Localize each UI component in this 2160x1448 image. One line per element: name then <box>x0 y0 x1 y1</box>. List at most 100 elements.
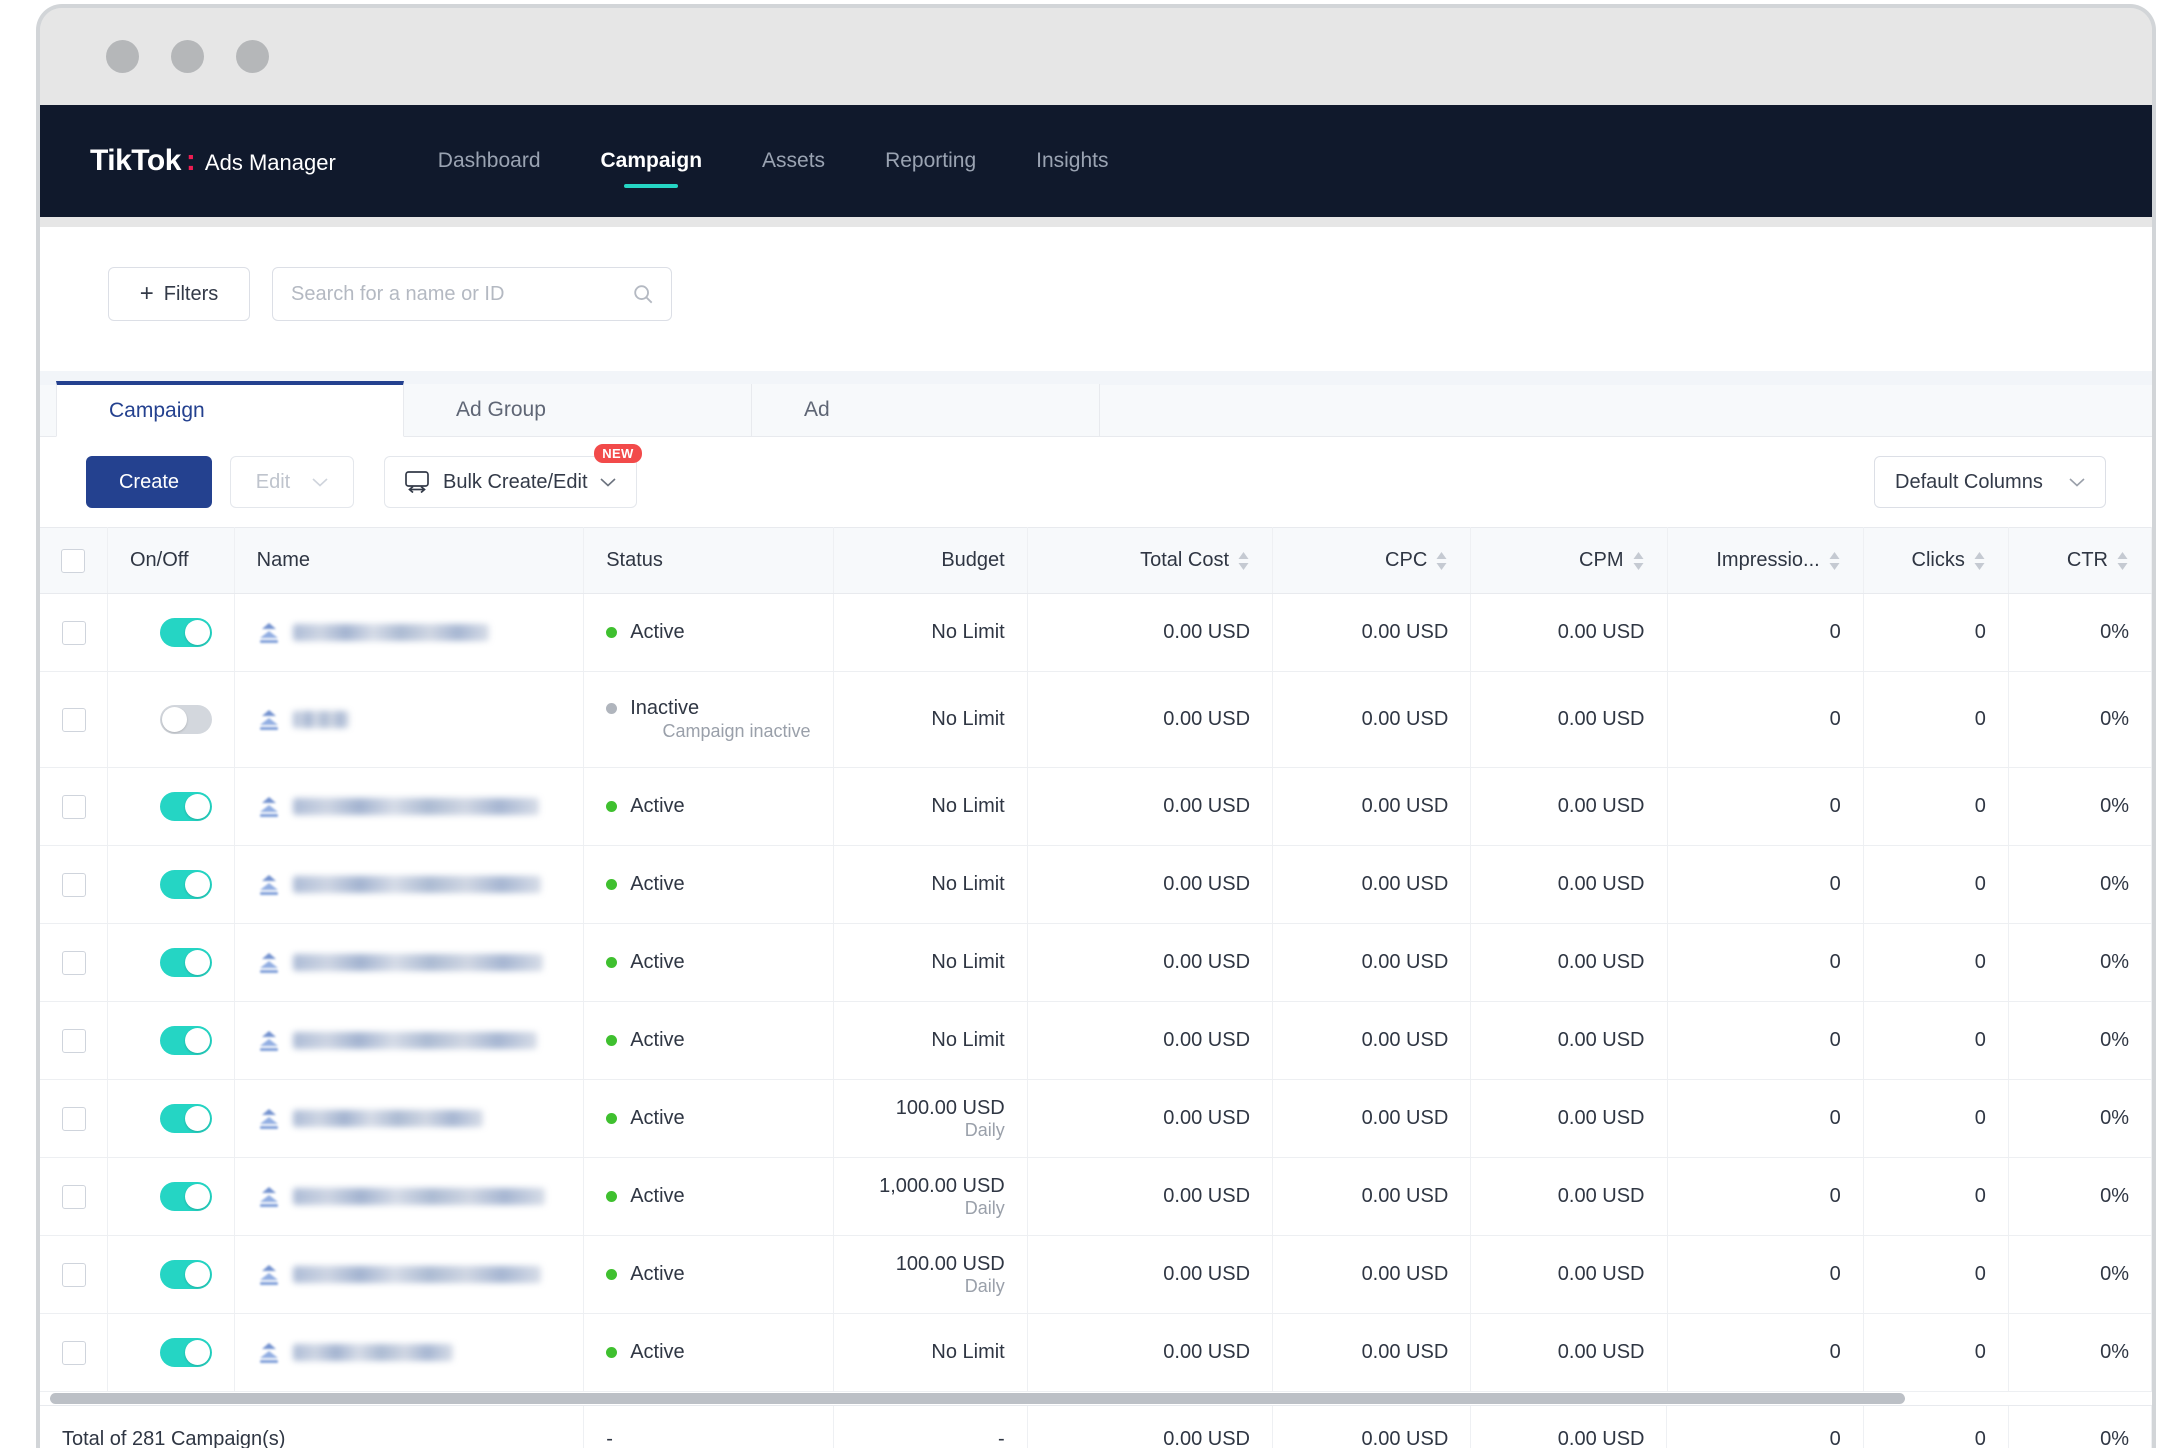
row-select-cell <box>40 846 107 924</box>
sort-icon[interactable] <box>2116 551 2129 571</box>
tab-campaign[interactable]: Campaign <box>56 381 404 437</box>
onoff-toggle[interactable] <box>160 1260 212 1289</box>
nav-item-dashboard[interactable]: Dashboard <box>408 128 571 194</box>
onoff-toggle[interactable] <box>160 1338 212 1367</box>
tab-ad[interactable]: Ad <box>752 384 1100 436</box>
nav-item-reporting[interactable]: Reporting <box>855 128 1006 194</box>
table-row[interactable]: ActiveNo Limit0.00 USD0.00 USD0.00 USD00… <box>40 924 2152 1002</box>
table-row[interactable]: Active1,000.00 USDDaily0.00 USD0.00 USD0… <box>40 1158 2152 1236</box>
row-checkbox[interactable] <box>62 1185 86 1209</box>
create-button[interactable]: Create <box>86 456 212 508</box>
close-window-button[interactable] <box>106 40 139 73</box>
row-name-cell[interactable] <box>234 594 584 672</box>
table-row[interactable]: ActiveNo Limit0.00 USD0.00 USD0.00 USD00… <box>40 594 2152 672</box>
row-name-cell[interactable] <box>234 1002 584 1080</box>
onoff-toggle[interactable] <box>160 618 212 647</box>
column-label: Impressio... <box>1716 549 1819 572</box>
row-name-cell[interactable] <box>234 924 584 1002</box>
tab-ad-group[interactable]: Ad Group <box>404 384 752 436</box>
row-checkbox[interactable] <box>62 951 86 975</box>
table-row[interactable]: ActiveNo Limit0.00 USD0.00 USD0.00 USD00… <box>40 1002 2152 1080</box>
sort-icon[interactable] <box>1435 551 1448 571</box>
toggle-knob <box>185 872 210 897</box>
tiktok-ads-manager-logo[interactable]: TikTok: Ads Manager <box>90 144 336 178</box>
status-label: Active <box>630 1029 684 1052</box>
nav-item-assets[interactable]: Assets <box>732 128 855 194</box>
sort-icon[interactable] <box>1973 551 1986 571</box>
row-checkbox[interactable] <box>62 1029 86 1053</box>
row-select-cell <box>40 924 107 1002</box>
row-budget-cell: 100.00 USDDaily <box>833 1080 1027 1158</box>
column-header-total-cost[interactable]: Total Cost <box>1027 528 1272 594</box>
row-checkbox[interactable] <box>62 873 86 897</box>
select-all-checkbox[interactable] <box>61 549 85 573</box>
filters-button[interactable]: + Filters <box>108 267 250 321</box>
onoff-toggle[interactable] <box>160 792 212 821</box>
row-clicks-cell: 0 <box>1863 1236 2008 1314</box>
main-nav-items: Dashboard Campaign Assets Reporting Insi… <box>408 128 1139 194</box>
chevron-down-icon <box>2069 477 2085 487</box>
sort-icon[interactable] <box>1237 551 1250 571</box>
table-row[interactable]: InactiveCampaign inactiveNo Limit0.00 US… <box>40 672 2152 768</box>
row-checkbox[interactable] <box>62 1107 86 1131</box>
column-header-cpm[interactable]: CPM <box>1471 528 1667 594</box>
campaign-name-redacted <box>293 1188 545 1205</box>
row-name-cell[interactable] <box>234 1158 584 1236</box>
budget-period: Daily <box>856 1276 1005 1297</box>
toggle-knob <box>185 1340 210 1365</box>
column-header-ctr[interactable]: CTR <box>2008 528 2151 594</box>
onoff-toggle[interactable] <box>160 948 212 977</box>
edit-button[interactable]: Edit <box>230 456 354 508</box>
row-onoff-cell <box>107 1002 234 1080</box>
row-cpc-cell: 0.00 USD <box>1273 594 1471 672</box>
horizontal-scrollbar[interactable] <box>40 1392 2152 1406</box>
column-header-impressions[interactable]: Impressio... <box>1667 528 1863 594</box>
row-checkbox[interactable] <box>62 621 86 645</box>
row-name-cell[interactable] <box>234 768 584 846</box>
onoff-toggle[interactable] <box>160 1104 212 1133</box>
column-label: CPC <box>1385 549 1427 572</box>
row-name-cell[interactable] <box>234 1080 584 1158</box>
status-badge: Active <box>606 873 810 896</box>
row-checkbox[interactable] <box>62 1341 86 1365</box>
default-columns-button[interactable]: Default Columns <box>1874 456 2106 508</box>
table-row[interactable]: ActiveNo Limit0.00 USD0.00 USD0.00 USD00… <box>40 768 2152 846</box>
maximize-window-button[interactable] <box>236 40 269 73</box>
row-checkbox[interactable] <box>62 1263 86 1287</box>
onoff-toggle[interactable] <box>160 1026 212 1055</box>
scrollbar-thumb[interactable] <box>50 1393 1905 1404</box>
row-cpc-cell: 0.00 USD <box>1273 672 1471 768</box>
nav-item-insights[interactable]: Insights <box>1006 128 1138 194</box>
toggle-knob <box>185 1106 210 1131</box>
bulk-create-edit-label: Bulk Create/Edit <box>443 471 588 494</box>
row-checkbox[interactable] <box>62 708 86 732</box>
campaign-name-redacted <box>293 954 543 971</box>
sort-icon[interactable] <box>1828 551 1841 571</box>
onoff-toggle[interactable] <box>160 1182 212 1211</box>
minimize-window-button[interactable] <box>171 40 204 73</box>
row-status-cell: Active <box>584 1002 833 1080</box>
sort-icon[interactable] <box>1632 551 1645 571</box>
row-name-cell[interactable] <box>234 672 584 768</box>
row-budget-cell: No Limit <box>833 672 1027 768</box>
column-header-clicks[interactable]: Clicks <box>1863 528 2008 594</box>
column-header-cpc[interactable]: CPC <box>1273 528 1471 594</box>
nav-item-campaign[interactable]: Campaign <box>571 128 733 194</box>
row-checkbox[interactable] <box>62 795 86 819</box>
budget-amount: No Limit <box>856 708 1005 731</box>
table-row[interactable]: ActiveNo Limit0.00 USD0.00 USD0.00 USD00… <box>40 1314 2152 1392</box>
bulk-create-edit-button[interactable]: NEW Bulk Create/Edit <box>384 456 637 508</box>
budget-period: Daily <box>856 1120 1005 1141</box>
table-row[interactable]: Active100.00 USDDaily0.00 USD0.00 USD0.0… <box>40 1080 2152 1158</box>
row-name-cell[interactable] <box>234 846 584 924</box>
table-row[interactable]: ActiveNo Limit0.00 USD0.00 USD0.00 USD00… <box>40 846 2152 924</box>
status-sublabel: Campaign inactive <box>630 720 810 743</box>
row-name-cell[interactable] <box>234 1314 584 1392</box>
search-input[interactable] <box>272 267 672 321</box>
onoff-toggle[interactable] <box>160 705 212 734</box>
row-cpm-cell: 0.00 USD <box>1471 1314 1667 1392</box>
table-row[interactable]: Active100.00 USDDaily0.00 USD0.00 USD0.0… <box>40 1236 2152 1314</box>
onoff-toggle[interactable] <box>160 870 212 899</box>
row-name-cell[interactable] <box>234 1236 584 1314</box>
row-cpm-cell: 0.00 USD <box>1471 846 1667 924</box>
